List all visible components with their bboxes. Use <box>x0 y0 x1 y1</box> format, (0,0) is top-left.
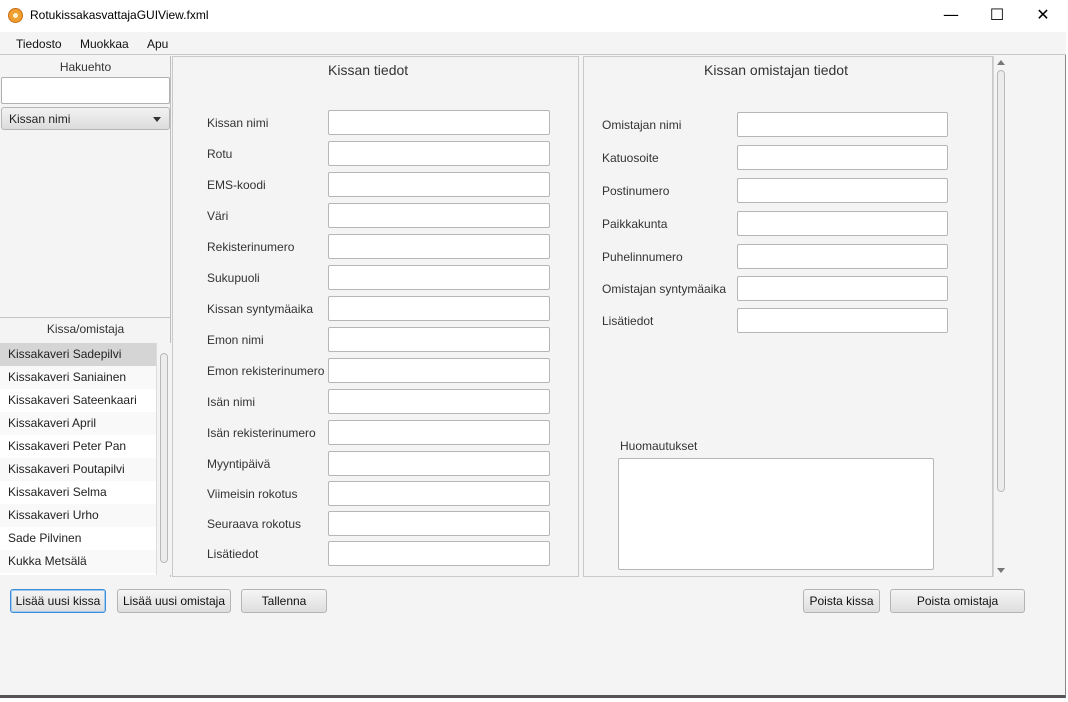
panel-divider <box>0 317 171 318</box>
list-item[interactable]: Kissakaveri Sadepilvi <box>0 343 156 366</box>
owner-field-label: Puhelinnumero <box>602 250 683 264</box>
owner-field-label: Omistajan syntymäaika <box>602 282 727 296</box>
cat-field-label: Emon nimi <box>207 333 264 347</box>
menu-tiedosto[interactable]: Tiedosto <box>16 37 62 51</box>
notes-textarea[interactable] <box>618 458 934 570</box>
delete-owner-button[interactable]: Poista omistaja <box>890 589 1025 613</box>
owner-field-label: Paikkakunta <box>602 217 668 231</box>
list-item[interactable]: Kissakaveri April <box>0 412 156 435</box>
cat-field-label: EMS-koodi <box>207 178 266 192</box>
close-icon[interactable]: ✕ <box>1020 0 1066 32</box>
cat-field-label: Kissan syntymäaika <box>207 302 314 316</box>
maximize-icon[interactable]: ☐ <box>974 0 1020 32</box>
title-bar[interactable]: RotukissakasvattajaGUIView.fxml — ☐ ✕ <box>0 0 1066 32</box>
delete-cat-button[interactable]: Poista kissa <box>803 589 880 613</box>
search-input[interactable] <box>1 77 170 104</box>
owner-field-label: Postinumero <box>602 184 670 198</box>
add-owner-button[interactable]: Lisää uusi omistaja <box>117 589 231 613</box>
menu-muokkaa[interactable]: Muokkaa <box>80 37 129 51</box>
cat-field-label: Isän nimi <box>207 395 256 409</box>
registration-number-field[interactable] <box>328 234 550 259</box>
cat-field-label: Kissan nimi <box>207 116 269 130</box>
menu-bar: Tiedosto Muokkaa Apu <box>0 32 1066 55</box>
cat-additional-info-field[interactable] <box>328 541 550 566</box>
cat-birthdate-field[interactable] <box>328 296 550 321</box>
owner-field-label: Omistajan nimi <box>602 118 682 132</box>
cat-field-label: Emon rekisterinumero <box>207 364 325 378</box>
list-scrollbar[interactable] <box>156 343 171 575</box>
list-item[interactable]: Kissakaveri Urho <box>0 504 156 527</box>
owner-name-field[interactable] <box>737 112 948 137</box>
cat-field-label: Rekisterinumero <box>207 240 295 254</box>
list-item[interactable]: Kissakaveri Saniainen <box>0 366 156 389</box>
search-panel: Hakuehto Kissan nimi Kissa/omistaja Kiss… <box>0 56 171 577</box>
chevron-down-icon <box>153 117 161 122</box>
color-field[interactable] <box>328 203 550 228</box>
street-address-field[interactable] <box>737 145 948 170</box>
minimize-icon[interactable]: — <box>928 0 974 32</box>
add-cat-button[interactable]: Lisää uusi kissa <box>10 589 106 613</box>
owner-birthdate-field[interactable] <box>737 276 948 301</box>
cat-owner-list[interactable]: Kissakaveri Sadepilvi Kissakaveri Saniai… <box>0 343 156 575</box>
notes-label: Huomautukset <box>620 439 698 453</box>
dam-registration-field[interactable] <box>328 358 550 383</box>
combo-selected-value: Kissan nimi <box>9 112 71 126</box>
city-field[interactable] <box>737 211 948 236</box>
owner-field-label: Lisätiedot <box>602 314 654 328</box>
cat-field-label: Myyntipäivä <box>207 457 271 471</box>
details-scrollbar[interactable] <box>993 56 1007 577</box>
sex-field[interactable] <box>328 265 550 290</box>
sire-registration-field[interactable] <box>328 420 550 445</box>
cat-field-label: Seuraava rokotus <box>207 517 302 531</box>
cat-field-label: Sukupuoli <box>207 271 260 285</box>
owner-panel-title: Kissan omistajan tiedot <box>704 62 848 78</box>
cat-field-label: Rotu <box>207 147 233 161</box>
cat-field-label: Väri <box>207 209 229 223</box>
owner-field-label: Katuosoite <box>602 151 659 165</box>
list-item[interactable]: Kissakaveri Poutapilvi <box>0 458 156 481</box>
app-icon <box>8 8 23 23</box>
ems-code-field[interactable] <box>328 172 550 197</box>
scroll-up-icon[interactable] <box>997 60 1005 65</box>
cat-panel-title: Kissan tiedot <box>328 62 409 78</box>
menu-apu[interactable]: Apu <box>147 37 168 51</box>
list-item[interactable]: Sade Pilvinen <box>0 527 156 550</box>
list-scrollbar-thumb[interactable] <box>160 353 168 563</box>
latest-vaccination-field[interactable] <box>328 481 550 506</box>
scroll-down-icon[interactable] <box>997 568 1005 573</box>
breed-field[interactable] <box>328 141 550 166</box>
cat-field-label: Isän rekisterinumero <box>207 426 316 440</box>
sire-name-field[interactable] <box>328 389 550 414</box>
list-item[interactable]: Kissakaveri Sateenkaari <box>0 389 156 412</box>
list-item[interactable]: Kissakaveri Peter Pan <box>0 435 156 458</box>
window-title: RotukissakasvattajaGUIView.fxml <box>30 8 209 22</box>
save-button[interactable]: Tallenna <box>241 589 327 613</box>
search-header: Hakuehto <box>59 60 112 74</box>
cat-field-label: Viimeisin rokotus <box>207 487 298 501</box>
dam-name-field[interactable] <box>328 327 550 352</box>
list-item[interactable]: Kissakaveri Selma <box>0 481 156 504</box>
application-window: RotukissakasvattajaGUIView.fxml — ☐ ✕ Ti… <box>0 0 1066 698</box>
cat-name-field[interactable] <box>328 110 550 135</box>
details-scrollbar-thumb[interactable] <box>997 70 1005 492</box>
sale-date-field[interactable] <box>328 451 550 476</box>
owner-additional-info-field[interactable] <box>737 308 948 333</box>
cat-field-label: Lisätiedot <box>207 547 259 561</box>
search-criteria-combo[interactable]: Kissan nimi <box>1 107 170 130</box>
next-vaccination-field[interactable] <box>328 511 550 536</box>
postal-code-field[interactable] <box>737 178 948 203</box>
phone-field[interactable] <box>737 244 948 269</box>
list-header: Kissa/omistaja <box>46 322 125 336</box>
list-item[interactable]: Kukka Metsälä <box>0 550 156 573</box>
